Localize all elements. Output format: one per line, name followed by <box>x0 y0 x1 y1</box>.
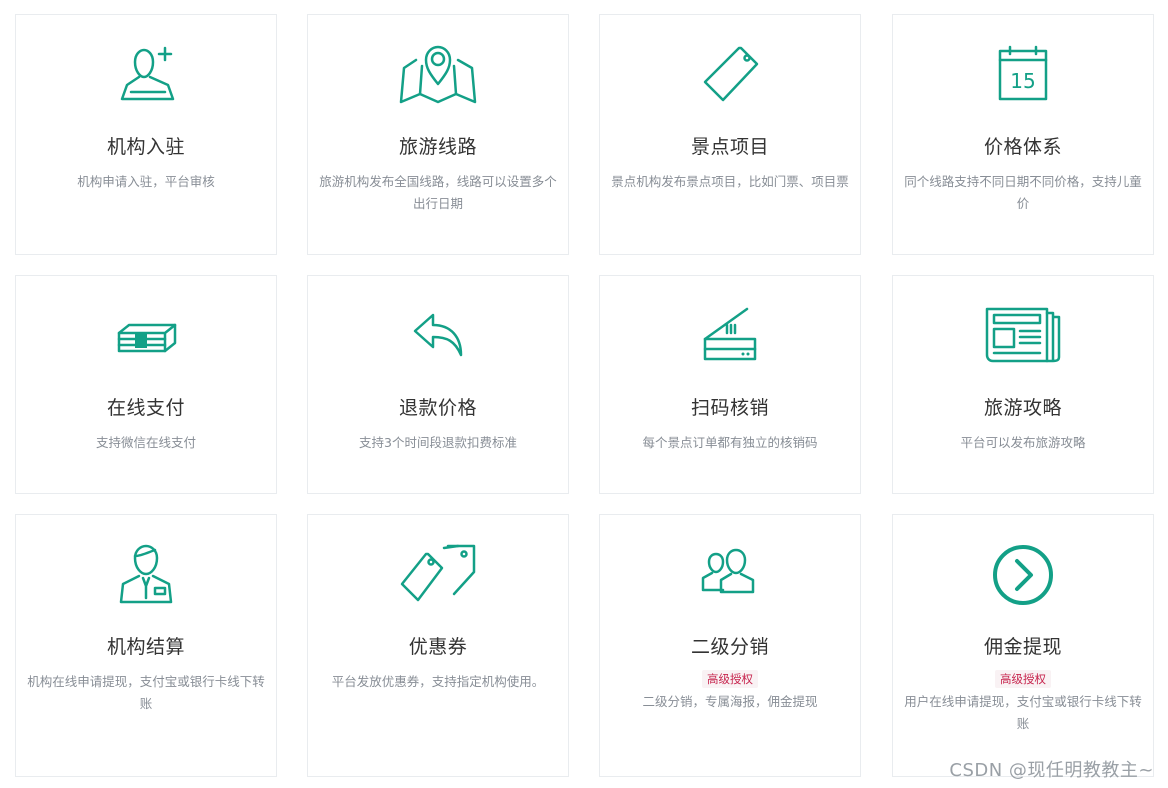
tags-icon <box>308 543 568 607</box>
card-description: 同个线路支持不同日期不同价格，支持儿童价 <box>904 174 1142 211</box>
card-title: 价格体系 <box>983 136 1062 158</box>
scanner-icon <box>600 304 860 368</box>
card-title: 旅游线路 <box>398 136 477 158</box>
feature-card-commission-withdraw[interactable]: 佣金提现 高级授权 用户在线申请提现，支付宝或银行卡线下转账 <box>892 514 1154 777</box>
card-title: 二级分销 <box>690 636 769 658</box>
tag-icon <box>600 43 860 107</box>
feature-card-online-payment[interactable]: 在线支付 支持微信在线支付 <box>15 275 277 494</box>
users-icon <box>600 543 860 607</box>
calendar-day-number: 15 <box>1010 69 1035 93</box>
premium-license-badge: 高级授权 <box>702 670 758 688</box>
feature-card-org-entry[interactable]: 机构入驻 机构申请入驻，平台审核 <box>15 14 277 255</box>
card-title: 扫码核销 <box>690 397 769 419</box>
newspaper-icon <box>893 304 1153 368</box>
feature-card-price-system[interactable]: 15 价格体系 同个线路支持不同日期不同价格，支持儿童价 <box>892 14 1154 255</box>
reply-arrow-icon <box>308 304 568 368</box>
feature-card-travel-routes[interactable]: 旅游线路 旅游机构发布全国线路，线路可以设置多个出行日期 <box>307 14 569 255</box>
card-description: 景点机构发布景点项目，比如门票、项目票 <box>611 174 849 189</box>
card-description: 机构在线申请提现，支付宝或银行卡线下转账 <box>27 674 265 711</box>
card-description: 机构申请入驻，平台审核 <box>77 174 215 189</box>
chevron-circle-right-icon <box>893 543 1153 607</box>
card-description: 支持3个时间段退款扣费标准 <box>359 435 517 450</box>
card-title: 优惠券 <box>408 636 468 658</box>
card-title: 机构入驻 <box>106 136 185 158</box>
card-title: 在线支付 <box>106 397 185 419</box>
premium-license-badge: 高级授权 <box>995 670 1051 688</box>
card-title: 佣金提现 <box>983 636 1062 658</box>
card-description: 每个景点订单都有独立的核销码 <box>642 435 818 450</box>
card-title: 景点项目 <box>690 136 769 158</box>
feature-card-scan-verify[interactable]: 扫码核销 每个景点订单都有独立的核销码 <box>599 275 861 494</box>
feature-card-scenic-spots[interactable]: 景点项目 景点机构发布景点项目，比如门票、项目票 <box>599 14 861 255</box>
feature-card-refund-price[interactable]: 退款价格 支持3个时间段退款扣费标准 <box>307 275 569 494</box>
feature-card-coupons[interactable]: 优惠券 平台发放优惠券，支持指定机构使用。 <box>307 514 569 777</box>
card-description: 平台发放优惠券，支持指定机构使用。 <box>331 674 545 689</box>
csdn-watermark: CSDN @现任明教教主~ <box>949 760 1154 781</box>
calendar-icon: 15 <box>893 43 1153 107</box>
card-title: 退款价格 <box>398 397 477 419</box>
feature-card-org-settlement[interactable]: 机构结算 机构在线申请提现，支付宝或银行卡线下转账 <box>15 514 277 777</box>
feature-card-travel-guides[interactable]: 旅游攻略 平台可以发布旅游攻略 <box>892 275 1154 494</box>
card-description: 二级分销，专属海报，佣金提现 <box>642 694 818 709</box>
user-add-icon <box>16 43 276 107</box>
card-description: 平台可以发布旅游攻略 <box>960 435 1086 450</box>
card-title: 机构结算 <box>106 636 185 658</box>
card-description: 旅游机构发布全国线路，线路可以设置多个出行日期 <box>319 174 557 211</box>
feature-card-two-level-distribution[interactable]: 二级分销 高级授权 二级分销，专属海报，佣金提现 <box>599 514 861 777</box>
card-description: 用户在线申请提现，支付宝或银行卡线下转账 <box>904 694 1142 731</box>
map-pin-icon <box>308 43 568 107</box>
businessman-icon <box>16 543 276 607</box>
money-stack-icon <box>16 304 276 368</box>
card-description: 支持微信在线支付 <box>95 435 196 450</box>
card-title: 旅游攻略 <box>983 397 1062 419</box>
